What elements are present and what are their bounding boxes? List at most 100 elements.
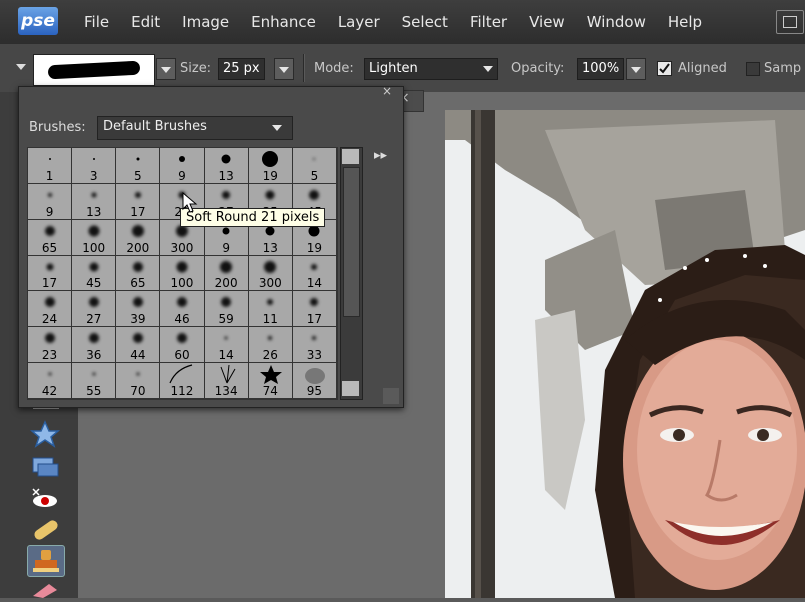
brush-tip-6-2[interactable]: 70 (116, 363, 161, 399)
menu-view[interactable]: View (529, 13, 565, 31)
brush-tip-0-4[interactable]: 13 (204, 148, 249, 184)
brush-tip-6-3[interactable]: 112 (160, 363, 205, 399)
brush-size-label: 5 (310, 168, 319, 183)
brush-tip-preview-icon (312, 336, 317, 341)
brush-tip-4-3[interactable]: 46 (160, 291, 205, 328)
menu-image[interactable]: Image (182, 13, 229, 31)
brush-tip-5-2[interactable]: 44 (116, 327, 161, 364)
brush-size-label: 14 (306, 276, 323, 291)
menu-edit[interactable]: Edit (131, 13, 160, 31)
brush-tip-preview-icon (264, 260, 277, 273)
aligned-checkbox[interactable] (657, 61, 672, 76)
brush-size-label: 60 (174, 348, 190, 363)
tool-eraser[interactable] (27, 580, 63, 598)
brush-size-label: 59 (218, 312, 234, 327)
sample-all-layers-checkbox[interactable] (746, 62, 760, 76)
brush-tip-3-6[interactable]: 14 (292, 255, 337, 292)
brush-tip-3-1[interactable]: 45 (72, 255, 117, 292)
brush-preview[interactable] (33, 54, 155, 86)
tool-cookie-cutter[interactable] (27, 452, 63, 482)
brush-picker-dropdown[interactable] (156, 58, 176, 80)
brush-tip-5-3[interactable]: 60 (160, 327, 205, 364)
bandage-icon (34, 520, 58, 540)
brush-tip-3-0[interactable]: 17 (28, 255, 73, 292)
workspace-layout-button[interactable] (776, 10, 804, 34)
brush-tip-preview-icon (310, 298, 319, 307)
scroll-thumb[interactable] (343, 167, 360, 317)
brush-tip-0-0[interactable]: 1 (28, 148, 73, 184)
brush-tip-preview-icon (169, 364, 193, 384)
tool-clone-stamp[interactable] (27, 545, 65, 577)
brush-tip-0-6[interactable]: 5 (292, 148, 337, 184)
brush-tip-4-5[interactable]: 11 (248, 291, 293, 328)
panel-close-icon[interactable]: × (382, 84, 392, 98)
brush-tip-3-3[interactable]: 100 (160, 255, 205, 292)
scroll-up-arrow[interactable] (342, 149, 359, 164)
brush-size-label: 39 (130, 312, 146, 327)
brush-tip-preview-icon (92, 372, 96, 376)
menu-file[interactable]: File (84, 13, 109, 31)
brush-library-value: Default Brushes (103, 119, 207, 134)
brush-tip-6-0[interactable]: 42 (28, 363, 73, 399)
brush-tip-0-5[interactable]: 19 (248, 148, 293, 184)
brush-tip-6-1[interactable]: 55 (72, 363, 117, 399)
brush-tooltip: Soft Round 21 pixels (180, 208, 326, 227)
brush-tip-1-2[interactable]: 17 (116, 183, 161, 220)
brush-tip-5-1[interactable]: 36 (72, 327, 117, 364)
brush-tip-preview-icon (132, 261, 143, 272)
brush-tip-preview-icon (91, 192, 97, 198)
brush-tip-2-2[interactable]: 200 (116, 219, 161, 256)
separator (303, 54, 305, 82)
scroll-down-arrow[interactable] (342, 381, 359, 396)
brush-size-label: 300 (170, 240, 194, 255)
brush-tip-5-6[interactable]: 33 (292, 327, 337, 364)
brush-tip-preview-icon (89, 262, 99, 272)
photo-canvas[interactable] (445, 110, 805, 598)
tool-spot-healing[interactable] (27, 515, 63, 545)
brush-tip-4-2[interactable]: 39 (116, 291, 161, 328)
brush-tip-preview-icon (44, 297, 55, 308)
tool-preset-dropdown-icon[interactable] (16, 64, 26, 70)
brush-tip-5-5[interactable]: 26 (248, 327, 293, 364)
brush-size-label: 95 (306, 384, 323, 398)
brush-tip-4-4[interactable]: 59 (204, 291, 249, 328)
size-slider-dropdown[interactable] (274, 58, 294, 80)
brush-size-label: 5 (134, 168, 142, 183)
brush-tip-3-5[interactable]: 300 (248, 255, 293, 292)
menu-help[interactable]: Help (668, 13, 702, 31)
brush-tip-0-2[interactable]: 5 (116, 148, 161, 184)
brush-tip-4-0[interactable]: 24 (28, 291, 73, 328)
brush-tip-6-4[interactable]: 134 (204, 363, 249, 399)
panel-resize-grip[interactable] (383, 388, 399, 404)
tool-red-eye-removal[interactable] (27, 485, 63, 515)
brush-tip-5-4[interactable]: 14 (204, 327, 249, 364)
brush-tip-preview-icon (88, 225, 100, 237)
opacity-field[interactable]: 100% (577, 58, 625, 80)
menu-window[interactable]: Window (587, 13, 646, 31)
brush-tip-3-2[interactable]: 65 (116, 255, 161, 292)
brush-tip-0-1[interactable]: 3 (72, 148, 117, 184)
brush-tip-preview-icon (222, 227, 230, 235)
panel-menu-icon[interactable]: ▸▸ (374, 148, 387, 163)
brush-tip-preview-icon (222, 190, 231, 199)
brush-tip-2-0[interactable]: 65 (28, 219, 73, 256)
size-field[interactable]: 25 px (218, 58, 265, 80)
menu-layer[interactable]: Layer (338, 13, 380, 31)
opacity-slider-dropdown[interactable] (626, 58, 646, 80)
brush-tip-preview-icon (176, 333, 187, 344)
brush-tip-4-6[interactable]: 17 (292, 291, 337, 328)
brush-tip-5-0[interactable]: 23 (28, 327, 73, 364)
brush-tip-6-6[interactable]: 95 (292, 363, 337, 399)
brush-tip-4-1[interactable]: 27 (72, 291, 117, 328)
brush-tip-1-0[interactable]: 9 (28, 183, 73, 220)
brush-tip-1-1[interactable]: 13 (72, 183, 117, 220)
mode-select[interactable]: Lighten (364, 58, 498, 80)
menu-filter[interactable]: Filter (470, 13, 507, 31)
menu-select[interactable]: Select (402, 13, 448, 31)
tool-custom-shape[interactable] (27, 418, 63, 448)
brush-tip-6-5[interactable]: 74 (248, 363, 293, 399)
brush-tip-3-4[interactable]: 200 (204, 255, 249, 292)
brush-tip-2-1[interactable]: 100 (72, 219, 117, 256)
menu-enhance[interactable]: Enhance (251, 13, 316, 31)
brush-tip-0-3[interactable]: 9 (160, 148, 205, 184)
